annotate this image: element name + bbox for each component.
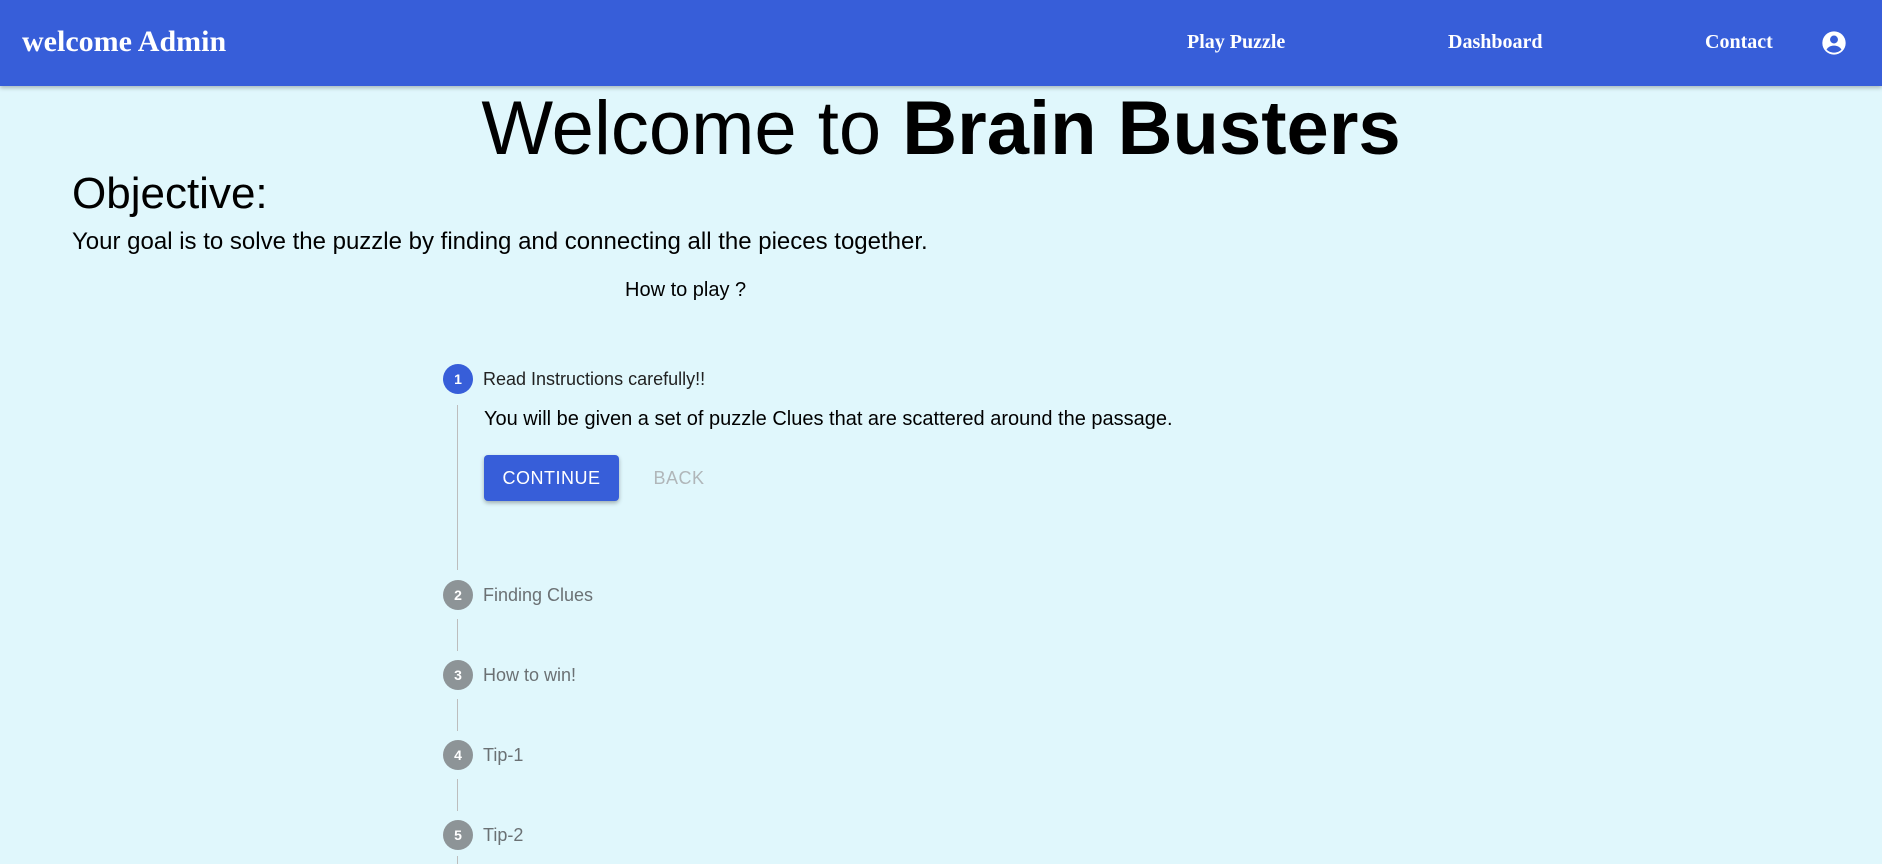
step-connector <box>457 856 458 864</box>
step-connector <box>457 405 458 570</box>
back-button: BACK <box>640 455 718 501</box>
step-2-label: Finding Clues <box>483 585 594 605</box>
welcome-brand: welcome Admin <box>22 25 227 58</box>
page-title: Welcome to Brain Busters <box>0 84 1882 174</box>
step-1-content: You will be given a set of puzzle Clues … <box>484 408 1173 430</box>
step-connector <box>457 699 458 731</box>
account-circle-icon[interactable] <box>1820 29 1848 57</box>
objective-text: Your goal is to solve the puzzle by find… <box>72 228 928 255</box>
step-1-label: Read Instructions carefully!! <box>483 369 706 389</box>
page-title-prefix: Welcome to <box>481 86 903 171</box>
step-5-number: 5 <box>443 820 473 850</box>
step-2-number: 2 <box>443 580 473 610</box>
top-navbar: welcome Admin Play Puzzle Dashboard Cont… <box>0 0 1882 86</box>
step-3-label: How to win! <box>483 665 577 685</box>
step-5-label: Tip-2 <box>483 825 524 845</box>
step-4-label: Tip-1 <box>483 745 524 765</box>
step-connector <box>457 779 458 811</box>
step-3-number: 3 <box>443 660 473 690</box>
step-4-number: 4 <box>443 740 473 770</box>
nav-contact[interactable]: Contact <box>1705 28 1773 56</box>
nav-play-puzzle[interactable]: Play Puzzle <box>1187 28 1285 56</box>
objective-heading: Objective: <box>72 169 268 218</box>
page-title-brand: Brain Busters <box>902 86 1401 171</box>
nav-dashboard[interactable]: Dashboard <box>1448 28 1542 56</box>
continue-button[interactable]: CONTINUE <box>484 455 619 501</box>
how-to-play-heading: How to play ? <box>625 279 747 301</box>
step-connector <box>457 619 458 651</box>
step-1-number: 1 <box>443 364 473 394</box>
